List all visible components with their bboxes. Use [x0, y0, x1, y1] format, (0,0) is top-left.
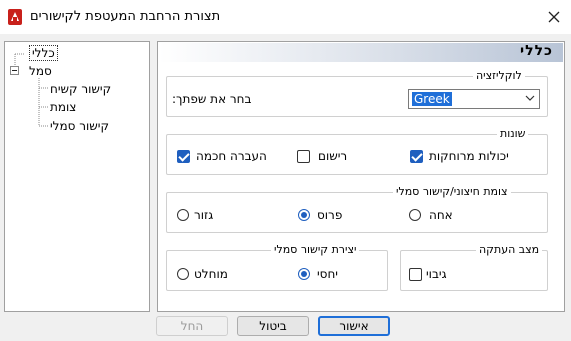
misc-legend: שונות: [497, 127, 529, 140]
title-bar: תצורת הרחבת המעטפת לקישורים: [0, 0, 571, 34]
language-select[interactable]: Greek: [408, 89, 540, 109]
apply-button[interactable]: החל: [156, 316, 228, 336]
tree-item-label: כללי: [32, 46, 55, 60]
language-value: Greek: [412, 92, 452, 106]
relative-radio[interactable]: [298, 268, 310, 280]
cancel-button[interactable]: ביטול: [237, 316, 309, 336]
backup-checkbox[interactable]: [409, 268, 422, 281]
tree-item-general[interactable]: כללי: [29, 45, 58, 61]
smart-move-label: העברה חכמה: [196, 149, 267, 163]
symlink-create-legend: יצירת קישור סמלי: [271, 243, 360, 256]
panel-header: כללי: [159, 43, 563, 62]
logging-checkbox[interactable]: [297, 150, 310, 163]
tree-item-junction[interactable]: צומת: [50, 100, 76, 114]
copy-mode-legend: מצב העתקה: [476, 243, 543, 256]
localization-legend: לוקליזציה: [473, 69, 525, 82]
tree-item-label: סמל: [29, 64, 52, 78]
remote-label: יכולות מרוחקות: [429, 149, 509, 163]
language-label: בחר את שפתך:: [172, 92, 252, 106]
logging-label: רישום: [318, 149, 348, 163]
window-title: תצורת הרחבת המעטפת לקישורים: [30, 9, 221, 24]
tree-item-hardlink[interactable]: קישור קשיח: [50, 82, 111, 96]
close-icon[interactable]: [548, 11, 560, 23]
collapse-icon[interactable]: [10, 66, 20, 76]
backup-label: גיבוי: [426, 267, 447, 281]
copy-mode-group: [400, 250, 548, 291]
settings-tree[interactable]: כללי סמל קישור קשיח צומת קישור סמלי: [4, 41, 150, 312]
tree-item-label: קישור סמלי: [50, 119, 109, 133]
tree-item-symbol[interactable]: סמל: [29, 64, 52, 78]
junction-legend: צומת חיצוני/קישור סמלי: [393, 185, 511, 198]
panel-title: כללי: [520, 43, 553, 59]
tree-item-label: צומת: [50, 100, 77, 114]
cad-app-icon: [8, 9, 22, 25]
tree-item-symlink[interactable]: קישור סמלי: [50, 119, 109, 133]
tree-item-label: קישור קשיח: [50, 82, 112, 96]
absolute-radio[interactable]: [177, 268, 189, 280]
relative-label: יחסי: [317, 267, 338, 281]
unify-label: אחה: [429, 208, 453, 222]
smart-move-checkbox[interactable]: [177, 150, 190, 163]
remote-checkbox[interactable]: [410, 150, 423, 163]
unify-radio[interactable]: [409, 209, 421, 221]
cut-radio[interactable]: [177, 209, 189, 221]
cut-label: גזור: [194, 208, 214, 222]
chevron-down-icon: [525, 95, 535, 101]
absolute-label: מוחלט: [194, 267, 228, 281]
ok-button[interactable]: אישור: [318, 316, 390, 336]
unroll-radio[interactable]: [298, 209, 310, 221]
tree-connectors: [14, 53, 49, 127]
unroll-label: פרוס: [317, 208, 343, 222]
junction-group: [166, 192, 548, 233]
